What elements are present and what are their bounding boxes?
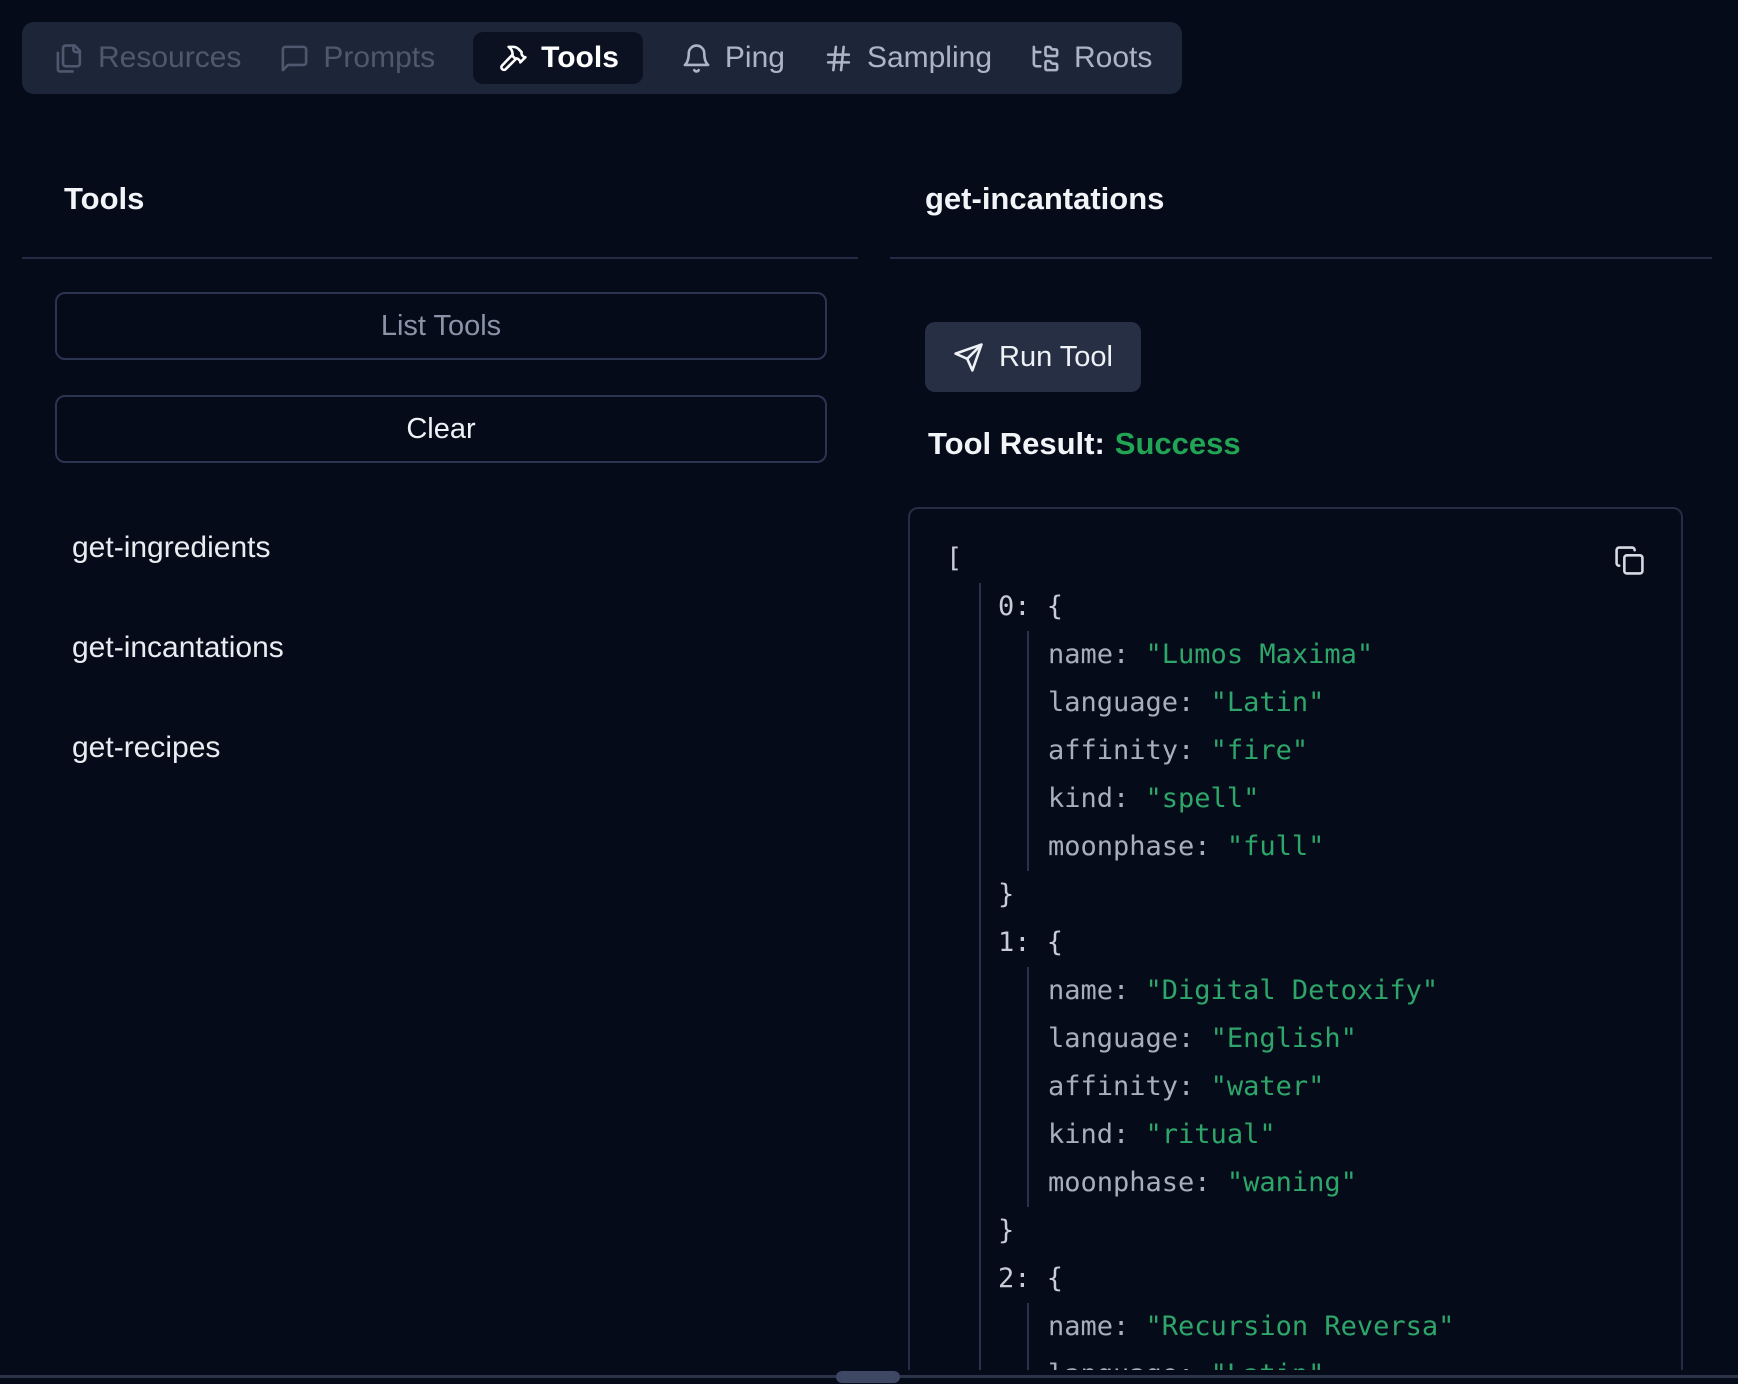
tool-detail-panel: get-incantations Run Tool Tool Result:Su…: [890, 178, 1712, 220]
clear-button[interactable]: Clear: [55, 395, 827, 463]
json-str: "fire": [1194, 735, 1308, 766]
json-str: "ritual": [1129, 1119, 1275, 1150]
folder-tree-icon: [1030, 43, 1061, 74]
json-str: "waning": [1211, 1167, 1357, 1198]
json-tree: [0: {name: "Lumos Maxima"language: "Lati…: [910, 509, 1681, 1384]
json-punct: 1: {: [998, 927, 1063, 958]
list-tools-button[interactable]: List Tools: [55, 292, 827, 360]
run-tool-button[interactable]: Run Tool: [925, 322, 1141, 392]
tab-sampling[interactable]: Sampling: [823, 43, 992, 74]
tab-label: Ping: [725, 43, 785, 73]
tab-label: Sampling: [867, 43, 992, 73]
json-str: "spell": [1129, 783, 1259, 814]
json-key: affinity:: [1048, 735, 1194, 766]
json-str: "water": [1194, 1071, 1324, 1102]
json-row: name: "Recursion Reversa": [910, 1303, 1681, 1351]
tab-resources: Resources: [54, 43, 241, 74]
tool-result-label: Tool Result:: [928, 426, 1105, 461]
copy-result-button[interactable]: [1614, 545, 1645, 576]
tab-label: Resources: [98, 43, 241, 73]
app-window: Resources Prompts Tools Ping: [0, 0, 1738, 1384]
tab-label: Roots: [1074, 43, 1152, 73]
send-icon: [953, 342, 984, 373]
json-str: "English": [1194, 1023, 1357, 1054]
json-row: [: [910, 535, 1681, 583]
json-key: language:: [1048, 687, 1194, 718]
tool-result-status: Success: [1115, 426, 1241, 461]
message-square-icon: [279, 43, 310, 74]
copy-icon: [1614, 545, 1645, 576]
tab-bar: Resources Prompts Tools Ping: [22, 22, 1182, 94]
bell-icon: [681, 43, 712, 74]
tool-result-line: Tool Result: Success: [928, 426, 1241, 462]
json-row: language: "English": [910, 1015, 1681, 1063]
json-str: "Recursion Reversa": [1129, 1311, 1454, 1342]
json-key: kind:: [1048, 783, 1129, 814]
json-key: kind:: [1048, 1119, 1129, 1150]
json-key: name:: [1048, 1311, 1129, 1342]
result-json-box: [0: {name: "Lumos Maxima"language: "Lati…: [908, 507, 1683, 1384]
json-str: "Lumos Maxima": [1129, 639, 1373, 670]
json-punct: 2: {: [998, 1263, 1063, 1294]
hammer-icon: [497, 43, 528, 74]
json-row: 1: {: [910, 919, 1681, 967]
files-icon: [54, 43, 85, 74]
json-key: affinity:: [1048, 1071, 1194, 1102]
tab-label: Tools: [541, 43, 619, 73]
json-key: moonphase:: [1048, 1167, 1211, 1198]
scrollbar-thumb[interactable]: [836, 1371, 900, 1383]
tab-ping[interactable]: Ping: [681, 43, 785, 74]
json-row: language: "Latin": [910, 679, 1681, 727]
tool-list-item-get-incantations[interactable]: get-incantations: [72, 628, 284, 668]
json-row: kind: "ritual": [910, 1111, 1681, 1159]
run-tool-label: Run Tool: [999, 341, 1113, 374]
tab-prompts: Prompts: [279, 43, 435, 74]
json-row: moonphase: "full": [910, 823, 1681, 871]
tools-panel-title: Tools: [64, 178, 858, 220]
json-key: moonphase:: [1048, 831, 1211, 862]
tools-panel: Tools List Tools Clear get-ingredients g…: [22, 178, 858, 220]
tool-detail-divider: [890, 257, 1712, 259]
json-str: "Digital Detoxify": [1129, 975, 1438, 1006]
json-row: }: [910, 871, 1681, 919]
json-str: "Latin": [1194, 687, 1324, 718]
tool-list-item-get-recipes[interactable]: get-recipes: [72, 728, 220, 768]
json-row: 0: {: [910, 583, 1681, 631]
json-key: language:: [1048, 1023, 1194, 1054]
json-row: affinity: "fire": [910, 727, 1681, 775]
json-row: name: "Digital Detoxify": [910, 967, 1681, 1015]
json-punct: }: [998, 879, 1014, 910]
json-row: 2: {: [910, 1255, 1681, 1303]
tab-tools[interactable]: Tools: [473, 32, 643, 84]
json-row: kind: "spell": [910, 775, 1681, 823]
json-punct: }: [998, 1215, 1014, 1246]
json-str: "full": [1211, 831, 1325, 862]
json-punct: [: [946, 543, 962, 574]
json-row: name: "Lumos Maxima": [910, 631, 1681, 679]
tab-roots[interactable]: Roots: [1030, 43, 1152, 74]
tab-label: Prompts: [323, 43, 435, 73]
json-row: }: [910, 1207, 1681, 1255]
selected-tool-title: get-incantations: [925, 178, 1712, 220]
json-row: affinity: "water": [910, 1063, 1681, 1111]
json-row: moonphase: "waning": [910, 1159, 1681, 1207]
tool-list-item-get-ingredients[interactable]: get-ingredients: [72, 528, 270, 568]
json-key: name:: [1048, 975, 1129, 1006]
tools-panel-divider: [22, 257, 858, 259]
json-key: name:: [1048, 639, 1129, 670]
hash-icon: [823, 43, 854, 74]
horizontal-scrollbar: [0, 1370, 1738, 1384]
json-punct: 0: {: [998, 591, 1063, 622]
